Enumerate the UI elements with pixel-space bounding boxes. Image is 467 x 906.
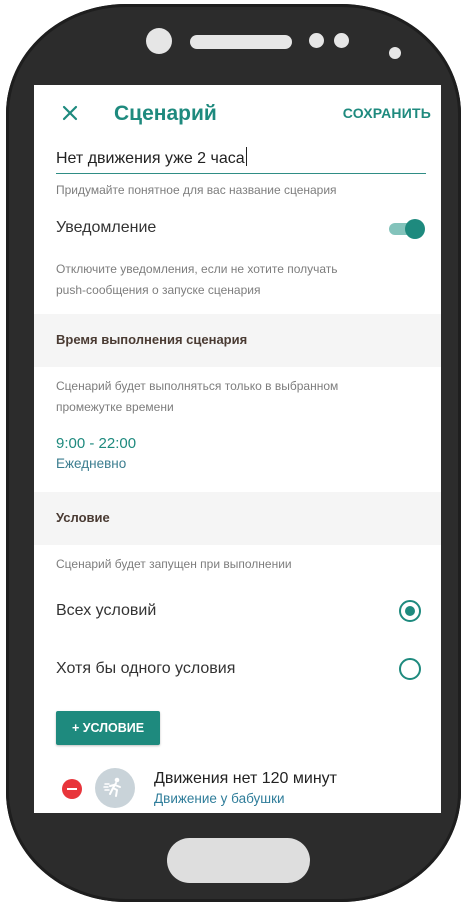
time-hint-line-1: Сценарий будет выполняться только в выбр… — [56, 379, 339, 393]
close-icon — [62, 105, 78, 121]
earpiece-speaker — [190, 35, 292, 49]
option-all-conditions-radio[interactable] — [399, 600, 421, 622]
option-any-condition-label[interactable]: Хотя бы одного условия — [56, 660, 235, 678]
condition-hint: Сценарий будет запущен при выполнении — [56, 557, 292, 571]
add-condition-button[interactable]: + УСЛОВИЕ — [56, 711, 160, 745]
top-bar: Сценарий СОХРАНИТЬ — [34, 85, 441, 143]
scenario-name-hint: Придумайте понятное для вас название сце… — [56, 183, 337, 197]
scenario-name-input[interactable]: Нет движения уже 2 часа — [56, 147, 426, 174]
option-any-condition-radio[interactable] — [399, 658, 421, 680]
sensor-dot-3 — [389, 47, 401, 59]
condition-subtitle: Движение у бабушки — [154, 791, 285, 806]
option-all-conditions-label[interactable]: Всех условий — [56, 602, 156, 620]
page-title: Сценарий — [114, 102, 217, 125]
remove-condition-icon[interactable] — [62, 779, 82, 799]
running-person-glyph — [103, 777, 121, 797]
notification-hint-line-2: push-сообщения о запуске сценария — [56, 283, 261, 297]
notification-hint-line-1: Отключите уведомления, если не хотите по… — [56, 262, 338, 276]
sensor-dot-2 — [334, 33, 349, 48]
sensor-dot-1 — [309, 33, 324, 48]
time-section-title: Время выполнения сценария — [56, 332, 248, 347]
notification-label: Уведомление — [56, 219, 157, 236]
radio-selected-dot — [405, 606, 415, 616]
condition-title[interactable]: Движения нет 120 минут — [154, 770, 337, 788]
condition-section-title: Условие — [56, 510, 110, 525]
running-person-icon — [95, 768, 135, 808]
toggle-thumb — [405, 219, 425, 239]
home-button[interactable] — [167, 838, 310, 883]
front-camera-icon — [146, 28, 172, 54]
save-button[interactable]: СОХРАНИТЬ — [343, 105, 431, 121]
time-repeat[interactable]: Ежедневно — [56, 456, 126, 471]
close-button[interactable] — [57, 100, 83, 126]
text-caret — [245, 147, 248, 166]
notification-toggle[interactable] — [389, 219, 425, 239]
condition-section-header: Условие — [34, 492, 441, 545]
scenario-name-value: Нет движения уже 2 часа — [56, 150, 245, 167]
time-hint-line-2: промежутке времени — [56, 400, 174, 414]
app-screen: Сценарий СОХРАНИТЬ Нет движения уже 2 ча… — [34, 85, 441, 813]
time-range[interactable]: 9:00 - 22:00 — [56, 435, 136, 452]
time-section-header: Время выполнения сценария — [34, 314, 441, 367]
